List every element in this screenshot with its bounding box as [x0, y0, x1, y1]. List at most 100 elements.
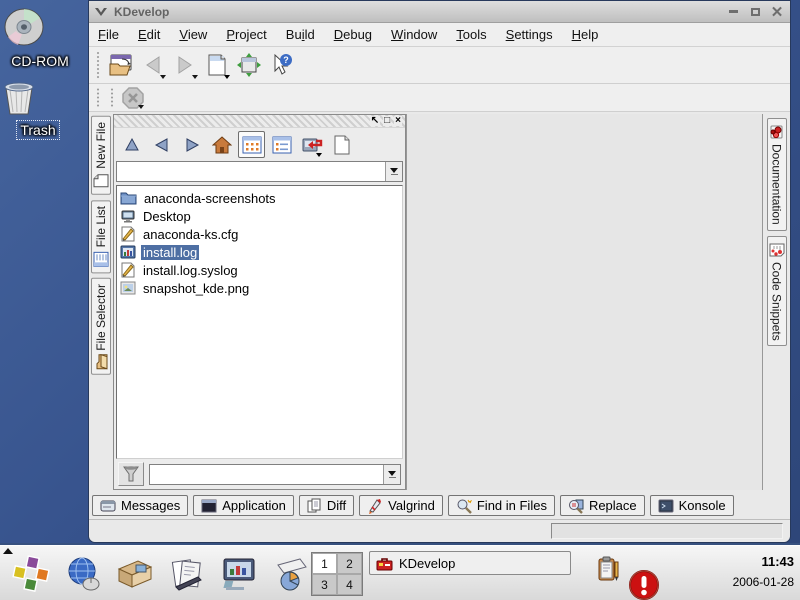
file-list-view[interactable]: anaconda-screenshots Desktopanaconda-ks.c… [116, 185, 403, 459]
back-button[interactable] [148, 131, 175, 158]
valgrind-icon [367, 498, 383, 514]
launcher-web-browser[interactable] [62, 553, 104, 595]
tab-documentation[interactable]: Documentation [767, 118, 787, 231]
tab-file-list[interactable]: File List [91, 200, 111, 273]
dock-close-button[interactable]: × [394, 116, 402, 126]
home-button[interactable] [208, 131, 235, 158]
dock-maximize-button[interactable]: □ [383, 116, 391, 126]
filter-combobox[interactable] [149, 464, 401, 485]
file-name: Desktop [141, 209, 193, 224]
menu-settings[interactable]: Settings [506, 27, 553, 42]
launcher-spreadsheet[interactable] [270, 553, 312, 595]
filter-input[interactable] [150, 465, 383, 484]
nav-back-icon [153, 136, 171, 154]
menu-tools[interactable]: Tools [456, 27, 486, 42]
minimize-button[interactable] [725, 5, 741, 19]
task-button-label: KDevelop [399, 556, 455, 571]
menu-window[interactable]: Window [391, 27, 437, 42]
menu-help[interactable]: Help [572, 27, 599, 42]
file-row[interactable]: install.log.syslog [118, 261, 401, 279]
tab-label: Diff [327, 498, 346, 513]
menu-debug[interactable]: Debug [334, 27, 372, 42]
file-row[interactable]: anaconda-screenshots [118, 189, 401, 207]
detail-view-button[interactable] [268, 131, 295, 158]
desktop-icon-cdrom[interactable]: CD-ROM [2, 8, 78, 71]
file-row[interactable]: install.log [118, 243, 401, 261]
icon-view-button[interactable] [238, 131, 265, 158]
launcher-email[interactable] [114, 553, 156, 595]
stop-button[interactable] [119, 86, 147, 110]
undock-button[interactable]: ↖ [370, 116, 380, 126]
bottom-tab-application[interactable]: Application [193, 495, 294, 516]
pager-desktop-4[interactable]: 4 [337, 574, 362, 595]
tab-code-snippets[interactable]: Code Snippets [767, 236, 787, 347]
forward-button[interactable] [169, 50, 201, 80]
new-document-button[interactable] [328, 131, 355, 158]
path-dropdown-button[interactable] [385, 162, 402, 181]
toolbar-handle[interactable] [95, 51, 101, 79]
window-title: KDevelop [114, 5, 719, 19]
forward-button[interactable] [178, 131, 205, 158]
desktop-icon-label: Trash [16, 120, 59, 140]
fullscreen-button[interactable] [233, 50, 265, 80]
klipper-icon[interactable] [595, 556, 623, 584]
window-menu-icon[interactable] [94, 5, 108, 19]
cdrom-icon [2, 8, 78, 48]
chevron-down-icon [390, 168, 398, 173]
tab-label: Documentation [770, 144, 784, 225]
statusbar [89, 519, 790, 542]
file-row[interactable]: snapshot_kde.png [118, 279, 401, 297]
task-button-kdevelop[interactable]: KDevelop [369, 551, 571, 575]
path-input[interactable] [117, 162, 385, 181]
sync-folder-button[interactable] [298, 131, 325, 158]
maximize-button[interactable] [747, 5, 763, 19]
toolbar-handle[interactable] [109, 87, 115, 108]
file-row[interactable]: anaconda-ks.cfg [118, 225, 401, 243]
new-file-button[interactable] [201, 50, 233, 80]
launcher-applications-menu[interactable] [10, 553, 52, 595]
close-button[interactable]: ✕ [769, 5, 785, 19]
tab-file-selector[interactable]: File Selector [91, 278, 111, 375]
menu-view[interactable]: View [179, 27, 207, 42]
launcher-word-processor[interactable] [166, 553, 208, 595]
pager-desktop-2[interactable]: 2 [337, 553, 362, 574]
titlebar[interactable]: KDevelop ✕ [89, 1, 790, 23]
dropdown-caret-icon [160, 75, 166, 79]
path-combobox[interactable] [116, 161, 403, 182]
dropdown-caret-icon [138, 105, 144, 109]
up-button[interactable] [118, 131, 145, 158]
alert-icon[interactable] [628, 569, 660, 600]
bottom-tab-konsole[interactable]: Konsole [650, 495, 734, 516]
detail-view-icon [272, 136, 292, 154]
menu-project[interactable]: Project [226, 27, 266, 42]
clock[interactable]: 11:43 2006-01-28 [733, 554, 794, 589]
dropdown-caret-icon [316, 153, 322, 157]
forward-disabled-icon [174, 54, 196, 76]
build-toolbar [89, 84, 790, 112]
bottom-tab-diff[interactable]: Diff [299, 495, 354, 516]
new-file-tab-icon [93, 173, 109, 189]
menu-build[interactable]: Build [286, 27, 315, 42]
launcher-presentation[interactable] [218, 553, 260, 595]
pager-desktop-3[interactable]: 3 [312, 574, 337, 595]
tab-new-file[interactable]: New File [91, 116, 111, 195]
menu-file[interactable]: File [98, 27, 119, 42]
toolbar-handle[interactable] [95, 87, 101, 108]
bottom-tab-valgrind[interactable]: Valgrind [359, 495, 443, 516]
whats-this-button[interactable]: ? [265, 50, 297, 80]
filter-button[interactable] [118, 462, 144, 486]
menu-edit[interactable]: Edit [138, 27, 160, 42]
file-row[interactable]: Desktop [118, 207, 401, 225]
desktop-icon-trash[interactable]: Trash [0, 80, 76, 140]
bottom-tab-replace[interactable]: Replace [560, 495, 645, 516]
plain-page-icon [333, 135, 351, 155]
open-project-button[interactable] [105, 50, 137, 80]
back-button[interactable] [137, 50, 169, 80]
pager-desktop-1[interactable]: 1 [312, 553, 337, 574]
filter-dropdown-button[interactable] [383, 465, 400, 484]
dock-header[interactable]: ↖□× [114, 115, 405, 128]
messages-icon [100, 499, 116, 513]
bottom-tab-messages[interactable]: Messages [92, 495, 188, 516]
desktop-icon [120, 209, 136, 223]
bottom-tab-find-in-files[interactable]: Find in Files [448, 495, 555, 516]
